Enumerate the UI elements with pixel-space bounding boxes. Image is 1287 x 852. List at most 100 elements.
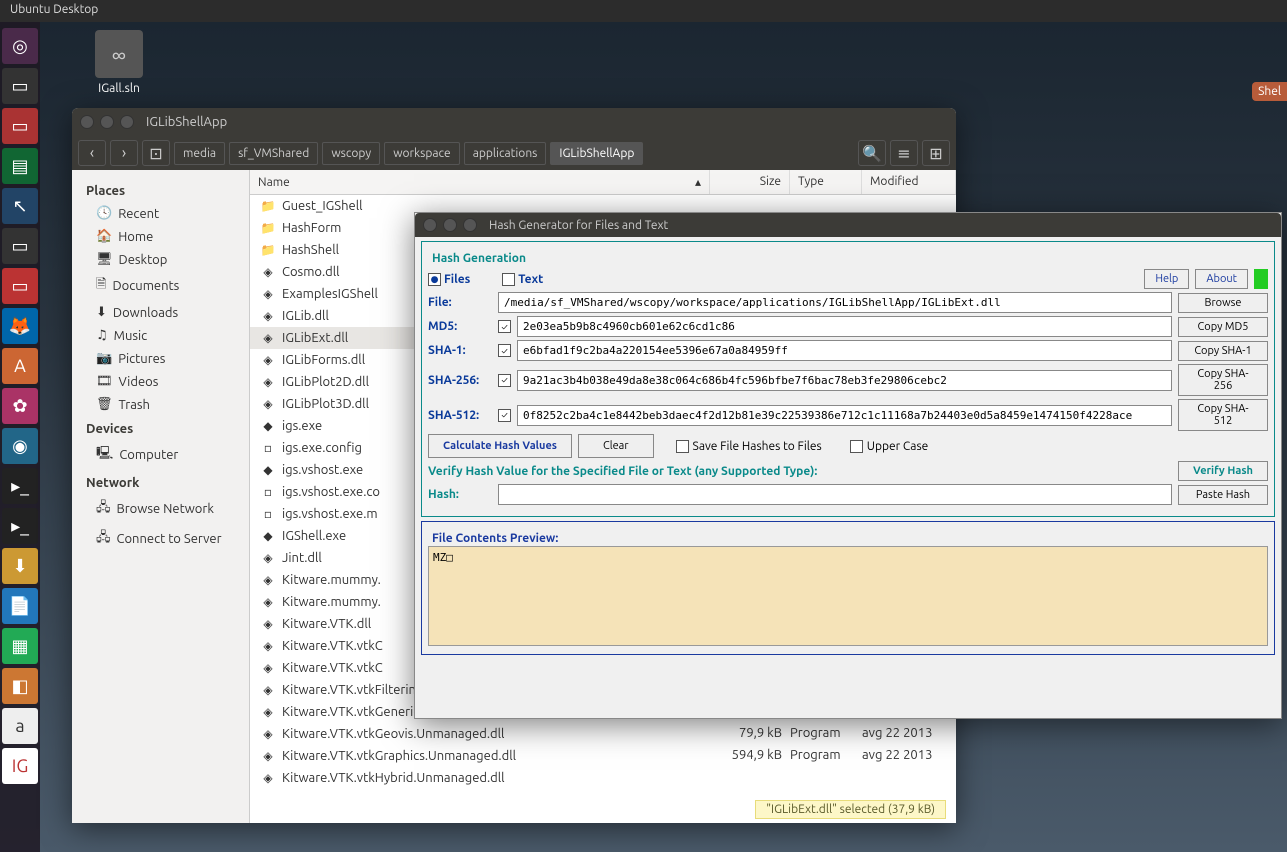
upper-case-checkbox[interactable]: Upper Case bbox=[850, 440, 929, 453]
sidebar-item-trash[interactable]: 🗑Trash bbox=[72, 393, 249, 416]
radio-text[interactable]: Text bbox=[502, 273, 543, 286]
hg-titlebar: Hash Generator for Files and Text bbox=[415, 213, 1281, 237]
sha256-output[interactable] bbox=[517, 370, 1172, 391]
minimize-icon[interactable] bbox=[443, 218, 457, 232]
network-icon: 🖧 bbox=[96, 498, 111, 520]
launcher-dash[interactable]: ◎ bbox=[2, 28, 38, 64]
table-row[interactable]: ◈Kitware.VTK.vtkHybrid.Unmanaged.dll bbox=[250, 767, 956, 789]
sidebar-item-pictures[interactable]: 📷Pictures bbox=[72, 347, 249, 370]
preview-textarea[interactable]: MZ□ bbox=[428, 546, 1268, 646]
launcher-item[interactable]: ▭ bbox=[2, 268, 38, 304]
shell-tab[interactable]: Shel bbox=[1252, 82, 1287, 101]
breadcrumb[interactable]: sf_VMShared bbox=[229, 142, 318, 165]
file-icon: 📁 bbox=[260, 242, 276, 258]
verify-hash-button[interactable]: Verify Hash bbox=[1178, 461, 1268, 481]
launcher-firefox[interactable]: 🦊 bbox=[2, 308, 38, 344]
sha512-checkbox[interactable]: ✓ bbox=[498, 409, 511, 422]
sidebar-item-computer[interactable]: 🖳Computer bbox=[72, 440, 249, 470]
sidebar-item-home[interactable]: 🏠Home bbox=[72, 225, 249, 248]
launcher-item[interactable]: ▭ bbox=[2, 68, 38, 104]
fm-titlebar: IGLibShellApp bbox=[72, 108, 956, 136]
copy-sha512-button[interactable]: Copy SHA-512 bbox=[1178, 399, 1268, 431]
launcher-item[interactable]: ◉ bbox=[2, 428, 38, 464]
clear-button[interactable]: Clear bbox=[578, 434, 654, 458]
view-grid-button[interactable]: ⊞ bbox=[922, 140, 950, 166]
launcher-app[interactable]: IG bbox=[2, 748, 38, 784]
forward-button[interactable]: › bbox=[110, 140, 138, 166]
sidebar-item-connect-server[interactable]: 🖧Connect to Server bbox=[72, 524, 249, 554]
search-button[interactable]: 🔍 bbox=[858, 140, 886, 166]
table-row[interactable]: ◈Kitware.VTK.vtkGraphics.Unmanaged.dll59… bbox=[250, 745, 956, 767]
verify-hash-input[interactable] bbox=[498, 484, 1172, 505]
file-name: Kitware.mummy. bbox=[282, 573, 381, 587]
maximize-icon[interactable] bbox=[120, 115, 134, 129]
sha256-checkbox[interactable]: ✓ bbox=[498, 374, 511, 387]
column-name[interactable]: Name▴ bbox=[250, 170, 710, 194]
desktop-icon[interactable]: ∞ IGall.sln bbox=[95, 30, 143, 95]
launcher-writer[interactable]: 📄 bbox=[2, 588, 38, 624]
breadcrumb-current[interactable]: IGLibShellApp bbox=[550, 142, 643, 165]
md5-checkbox[interactable]: ✓ bbox=[498, 320, 511, 333]
launcher-item[interactable]: ✿ bbox=[2, 388, 38, 424]
close-icon[interactable] bbox=[80, 115, 94, 129]
close-icon[interactable] bbox=[423, 218, 437, 232]
launcher-terminal[interactable]: ▸_ bbox=[2, 508, 38, 544]
md5-output[interactable] bbox=[517, 316, 1172, 337]
sidebar-item-browse-network[interactable]: 🖧Browse Network bbox=[72, 494, 249, 524]
sidebar-item-desktop[interactable]: 🖥Desktop bbox=[72, 248, 249, 271]
minimize-icon[interactable] bbox=[100, 115, 114, 129]
file-icon: ◈ bbox=[260, 308, 276, 324]
sidebar-item-music[interactable]: ♫Music bbox=[72, 324, 249, 347]
sidebar-item-recent[interactable]: 🕓Recent bbox=[72, 202, 249, 225]
help-button[interactable]: Help bbox=[1144, 269, 1189, 289]
launcher-item[interactable]: ▭ bbox=[2, 228, 38, 264]
launcher-amazon[interactable]: a bbox=[2, 708, 38, 744]
radio-files[interactable]: ●Files bbox=[428, 273, 470, 286]
launcher-item[interactable]: ⬇ bbox=[2, 548, 38, 584]
launcher-calc[interactable]: ▦ bbox=[2, 628, 38, 664]
sidebar-item-documents[interactable]: 🗎Documents bbox=[72, 271, 249, 301]
computer-icon: 🖳 bbox=[96, 444, 113, 466]
sidebar-item-downloads[interactable]: ⬇Downloads bbox=[72, 301, 249, 324]
paste-hash-button[interactable]: Paste Hash bbox=[1178, 485, 1268, 505]
launcher-impress[interactable]: ◧ bbox=[2, 668, 38, 704]
file-name: Kitware.mummy. bbox=[282, 595, 381, 609]
breadcrumb[interactable]: applications bbox=[464, 142, 547, 165]
copy-sha1-button[interactable]: Copy SHA-1 bbox=[1178, 341, 1268, 361]
calculate-button[interactable]: Calculate Hash Values bbox=[428, 434, 572, 458]
launcher-item[interactable]: A bbox=[2, 348, 38, 384]
launcher-item[interactable]: ▤ bbox=[2, 148, 38, 184]
file-path-input[interactable] bbox=[498, 292, 1172, 313]
path-toggle-button[interactable]: ⊡ bbox=[142, 140, 170, 166]
breadcrumb[interactable]: workspace bbox=[384, 142, 460, 165]
column-size[interactable]: Size bbox=[710, 170, 790, 194]
launcher-terminal[interactable]: ▸_ bbox=[2, 468, 38, 504]
launcher-item[interactable]: ▭ bbox=[2, 108, 38, 144]
pictures-icon: 📷 bbox=[96, 351, 112, 366]
column-type[interactable]: Type bbox=[790, 170, 862, 194]
breadcrumb[interactable]: media bbox=[174, 142, 225, 165]
file-modified bbox=[862, 770, 956, 786]
column-modified[interactable]: Modified bbox=[862, 170, 956, 194]
launcher-cursor[interactable]: ↖ bbox=[2, 188, 38, 224]
view-list-button[interactable]: ≡ bbox=[890, 140, 918, 166]
preview-label: File Contents Preview: bbox=[428, 532, 562, 545]
sha1-checkbox[interactable]: ✓ bbox=[498, 344, 511, 357]
table-row[interactable]: ◈Kitware.VTK.vtkGeovis.Unmanaged.dll79,9… bbox=[250, 723, 956, 745]
about-button[interactable]: About bbox=[1195, 269, 1248, 289]
file-icon: ◈ bbox=[260, 330, 276, 346]
copy-sha256-button[interactable]: Copy SHA-256 bbox=[1178, 364, 1268, 396]
back-button[interactable]: ‹ bbox=[78, 140, 106, 166]
breadcrumb[interactable]: wscopy bbox=[322, 142, 380, 165]
maximize-icon[interactable] bbox=[463, 218, 477, 232]
save-hashes-checkbox[interactable]: Save File Hashes to Files bbox=[676, 440, 822, 453]
fieldset-label: Hash Generation bbox=[428, 252, 530, 265]
sha1-output[interactable] bbox=[517, 340, 1172, 361]
browse-button[interactable]: Browse bbox=[1178, 293, 1268, 313]
copy-md5-button[interactable]: Copy MD5 bbox=[1178, 317, 1268, 337]
sidebar-item-videos[interactable]: 🎞Videos bbox=[72, 370, 249, 393]
sha512-output[interactable] bbox=[517, 405, 1172, 426]
file-name: Guest_IGShell bbox=[282, 199, 363, 213]
file-name: IGLibExt.dll bbox=[282, 331, 348, 345]
file-name: igs.vshost.exe.m bbox=[282, 507, 378, 521]
